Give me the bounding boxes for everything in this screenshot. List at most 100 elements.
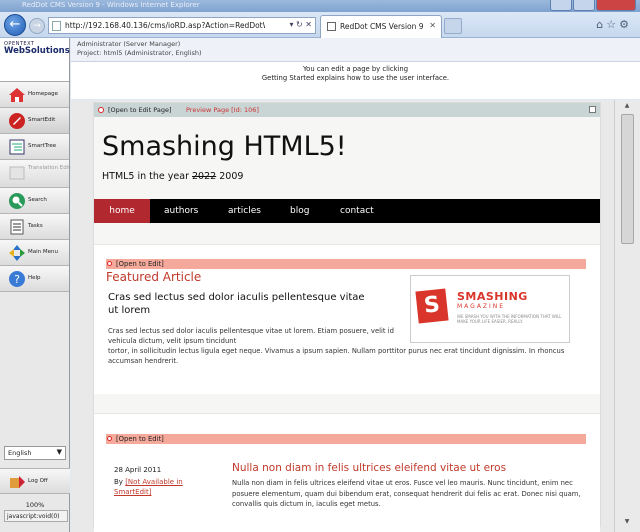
translation-icon bbox=[9, 166, 25, 180]
sidebar-item-label: Main Menu bbox=[28, 249, 58, 255]
close-tab-icon[interactable]: ✕ bbox=[429, 21, 436, 30]
project-line: Project: html5 (Administrator, English) bbox=[77, 49, 202, 57]
tagline-year: 2009 bbox=[219, 171, 244, 182]
site-title: Smashing HTML5! bbox=[102, 131, 347, 162]
logoff-label: Log Off bbox=[28, 478, 48, 484]
svg-text:?: ? bbox=[14, 273, 20, 286]
site-tagline: HTML5 in the year 2022 2009 bbox=[102, 171, 243, 182]
smashing-ad[interactable]: S SMASHING MAGAZINE WE SMASH YOU WITH TH… bbox=[410, 275, 570, 343]
featured-body-1: Cras sed lectus sed dolor iaculis pellen… bbox=[108, 327, 394, 345]
menu-item-articles[interactable]: articles bbox=[228, 199, 261, 223]
maximize-button[interactable] bbox=[573, 0, 595, 11]
language-select-value: English bbox=[8, 449, 32, 457]
tasks-icon bbox=[10, 219, 24, 235]
featured-article-card: [Open to Edit] Featured Article Cras sed… bbox=[94, 244, 600, 394]
menu-item-blog[interactable]: blog bbox=[290, 199, 309, 223]
address-bar-icons[interactable]: ▾ ↻ ✕ bbox=[289, 20, 312, 29]
page-container: [Open to Edit Page] Preview Page [Id: 10… bbox=[93, 102, 601, 532]
minimize-button[interactable] bbox=[550, 0, 572, 11]
byline-author-link[interactable]: [Not Available in SmartEdit] bbox=[114, 478, 183, 496]
help-icon: ? bbox=[9, 271, 25, 287]
vertical-scrollbar[interactable]: ▲ ▼ bbox=[614, 100, 640, 532]
house-icon bbox=[9, 88, 25, 102]
smashing-logo-icon: S bbox=[415, 288, 449, 324]
main-menu-icon bbox=[9, 245, 25, 261]
ad-tagline: WE SMASH YOU WITH THE INFORMATION THAT W… bbox=[457, 314, 562, 324]
new-tab-button[interactable] bbox=[444, 18, 462, 34]
article-card: [Open to Edit] 28 April 2011 By [Not Ava… bbox=[94, 413, 600, 532]
sidebar-item-translation-editor: Translation Editor bbox=[0, 160, 76, 188]
language-select[interactable]: English ▼ bbox=[4, 446, 66, 460]
sidebar-item-main-menu[interactable]: Main Menu bbox=[0, 240, 69, 266]
zoom-level[interactable]: 100% bbox=[0, 501, 70, 509]
ad-sub: MAGAZINE bbox=[457, 303, 506, 310]
sidebar-item-tasks[interactable]: Tasks bbox=[0, 214, 69, 240]
address-bar[interactable]: http://192.168.40.136/cms/ioRD.asp?Actio… bbox=[48, 17, 316, 34]
open-to-edit-label: [Open to Edit] bbox=[116, 260, 164, 268]
sidebar-item-smarttree[interactable]: SmartTree bbox=[0, 134, 69, 160]
info-line-1: You can edit a page by clicking bbox=[302, 65, 409, 73]
browser-tools-icons[interactable]: ⌂☆⚙ bbox=[596, 18, 632, 31]
sidebar-item-help[interactable]: ? Help bbox=[0, 266, 69, 292]
user-line: Administrator (Server Manager) bbox=[77, 40, 181, 48]
window-controls bbox=[550, 0, 636, 11]
menu-item-home[interactable]: home bbox=[94, 199, 150, 223]
open-to-edit-bar[interactable]: [Open to Edit] bbox=[106, 259, 586, 269]
sidebar-item-label: Translation Editor bbox=[28, 165, 76, 171]
sidebar-item-label: Search bbox=[28, 197, 47, 203]
featured-body-2: tortor, in sollicitudin lectus ligula eg… bbox=[108, 347, 565, 365]
page-preview-frame: [Open to Edit Page] Preview Page [Id: 10… bbox=[71, 100, 614, 532]
sidebar-item-label: SmartTree bbox=[28, 143, 57, 149]
cms-sidebar: OPENTEXT WebSolutions Homepage SmartEdit… bbox=[0, 38, 76, 532]
browser-tab[interactable]: RedDot CMS Version 9 ✕ bbox=[320, 15, 442, 38]
sidebar-item-label: Help bbox=[28, 275, 41, 281]
tab-favicon bbox=[327, 22, 336, 31]
reddot-icon[interactable] bbox=[98, 107, 104, 113]
menu-item-authors[interactable]: authors bbox=[164, 199, 198, 223]
status-text: javascript:void(0) bbox=[4, 510, 68, 522]
scroll-thumb[interactable] bbox=[621, 114, 634, 244]
article-body: Nulla non diam in felis ultrices eleifen… bbox=[232, 479, 581, 508]
info-line-2: Getting Started explains how to use the … bbox=[261, 74, 450, 82]
open-to-edit-label: [Open to Edit] bbox=[116, 435, 164, 443]
sidebar-item-smartedit[interactable]: SmartEdit bbox=[0, 108, 69, 134]
article-byline: By [Not Available in SmartEdit] bbox=[114, 477, 214, 497]
sidebar-item-search[interactable]: Search bbox=[0, 188, 69, 214]
logoff-button[interactable]: Log Off bbox=[0, 468, 70, 494]
byline-label: By bbox=[114, 478, 123, 486]
scroll-down-icon[interactable]: ▼ bbox=[620, 518, 634, 530]
page-edit-bar: [Open to Edit Page] Preview Page [Id: 10… bbox=[94, 103, 600, 117]
opentext-logo: OPENTEXT WebSolutions bbox=[0, 38, 70, 82]
article-title[interactable]: Nulla non diam in felis ultrices eleifen… bbox=[232, 462, 506, 474]
preview-page-link[interactable]: Preview Page [Id: 106] bbox=[186, 106, 259, 114]
ad-brand: SMASHING bbox=[457, 290, 528, 303]
cms-header: Administrator (Server Manager) Project: … bbox=[71, 38, 640, 62]
site-menu: home authors articles blog contact bbox=[94, 199, 600, 223]
browser-toolbar: ← → http://192.168.40.136/cms/ioRD.asp?A… bbox=[0, 12, 640, 38]
sidebar-item-homepage[interactable]: Homepage bbox=[0, 82, 69, 108]
open-to-edit-page-link[interactable]: [Open to Edit Page] bbox=[108, 106, 171, 114]
expand-icon[interactable] bbox=[589, 106, 596, 113]
chevron-down-icon: ▼ bbox=[56, 448, 62, 456]
forward-button[interactable]: → bbox=[29, 18, 45, 34]
open-to-edit-bar[interactable]: [Open to Edit] bbox=[106, 434, 586, 444]
menu-item-contact[interactable]: contact bbox=[340, 199, 374, 223]
reddot-icon bbox=[107, 261, 112, 266]
featured-heading: Cras sed lectus sed dolor iaculis pellen… bbox=[108, 292, 365, 316]
tagline-struck-year: 2022 bbox=[192, 171, 217, 182]
back-button[interactable]: ← bbox=[4, 14, 26, 36]
scroll-up-icon[interactable]: ▲ bbox=[620, 102, 634, 114]
reddot-icon bbox=[107, 436, 112, 441]
sidebar-item-label: SmartEdit bbox=[28, 117, 56, 123]
article-date: 28 April 2011 bbox=[114, 466, 162, 474]
close-window-button[interactable] bbox=[596, 0, 636, 11]
page-icon bbox=[52, 21, 61, 31]
featured-label: Featured Article bbox=[106, 270, 202, 284]
window-title: RedDot CMS Version 9 - Windows Internet … bbox=[22, 1, 200, 9]
smartedit-icon bbox=[9, 113, 25, 129]
address-url[interactable]: http://192.168.40.136/cms/ioRD.asp?Actio… bbox=[65, 21, 265, 30]
tab-label: RedDot CMS Version 9 bbox=[340, 22, 424, 31]
search-icon bbox=[9, 193, 25, 209]
sidebar-item-label: Tasks bbox=[28, 223, 43, 229]
logo-bottom-text: WebSolutions bbox=[4, 46, 70, 56]
